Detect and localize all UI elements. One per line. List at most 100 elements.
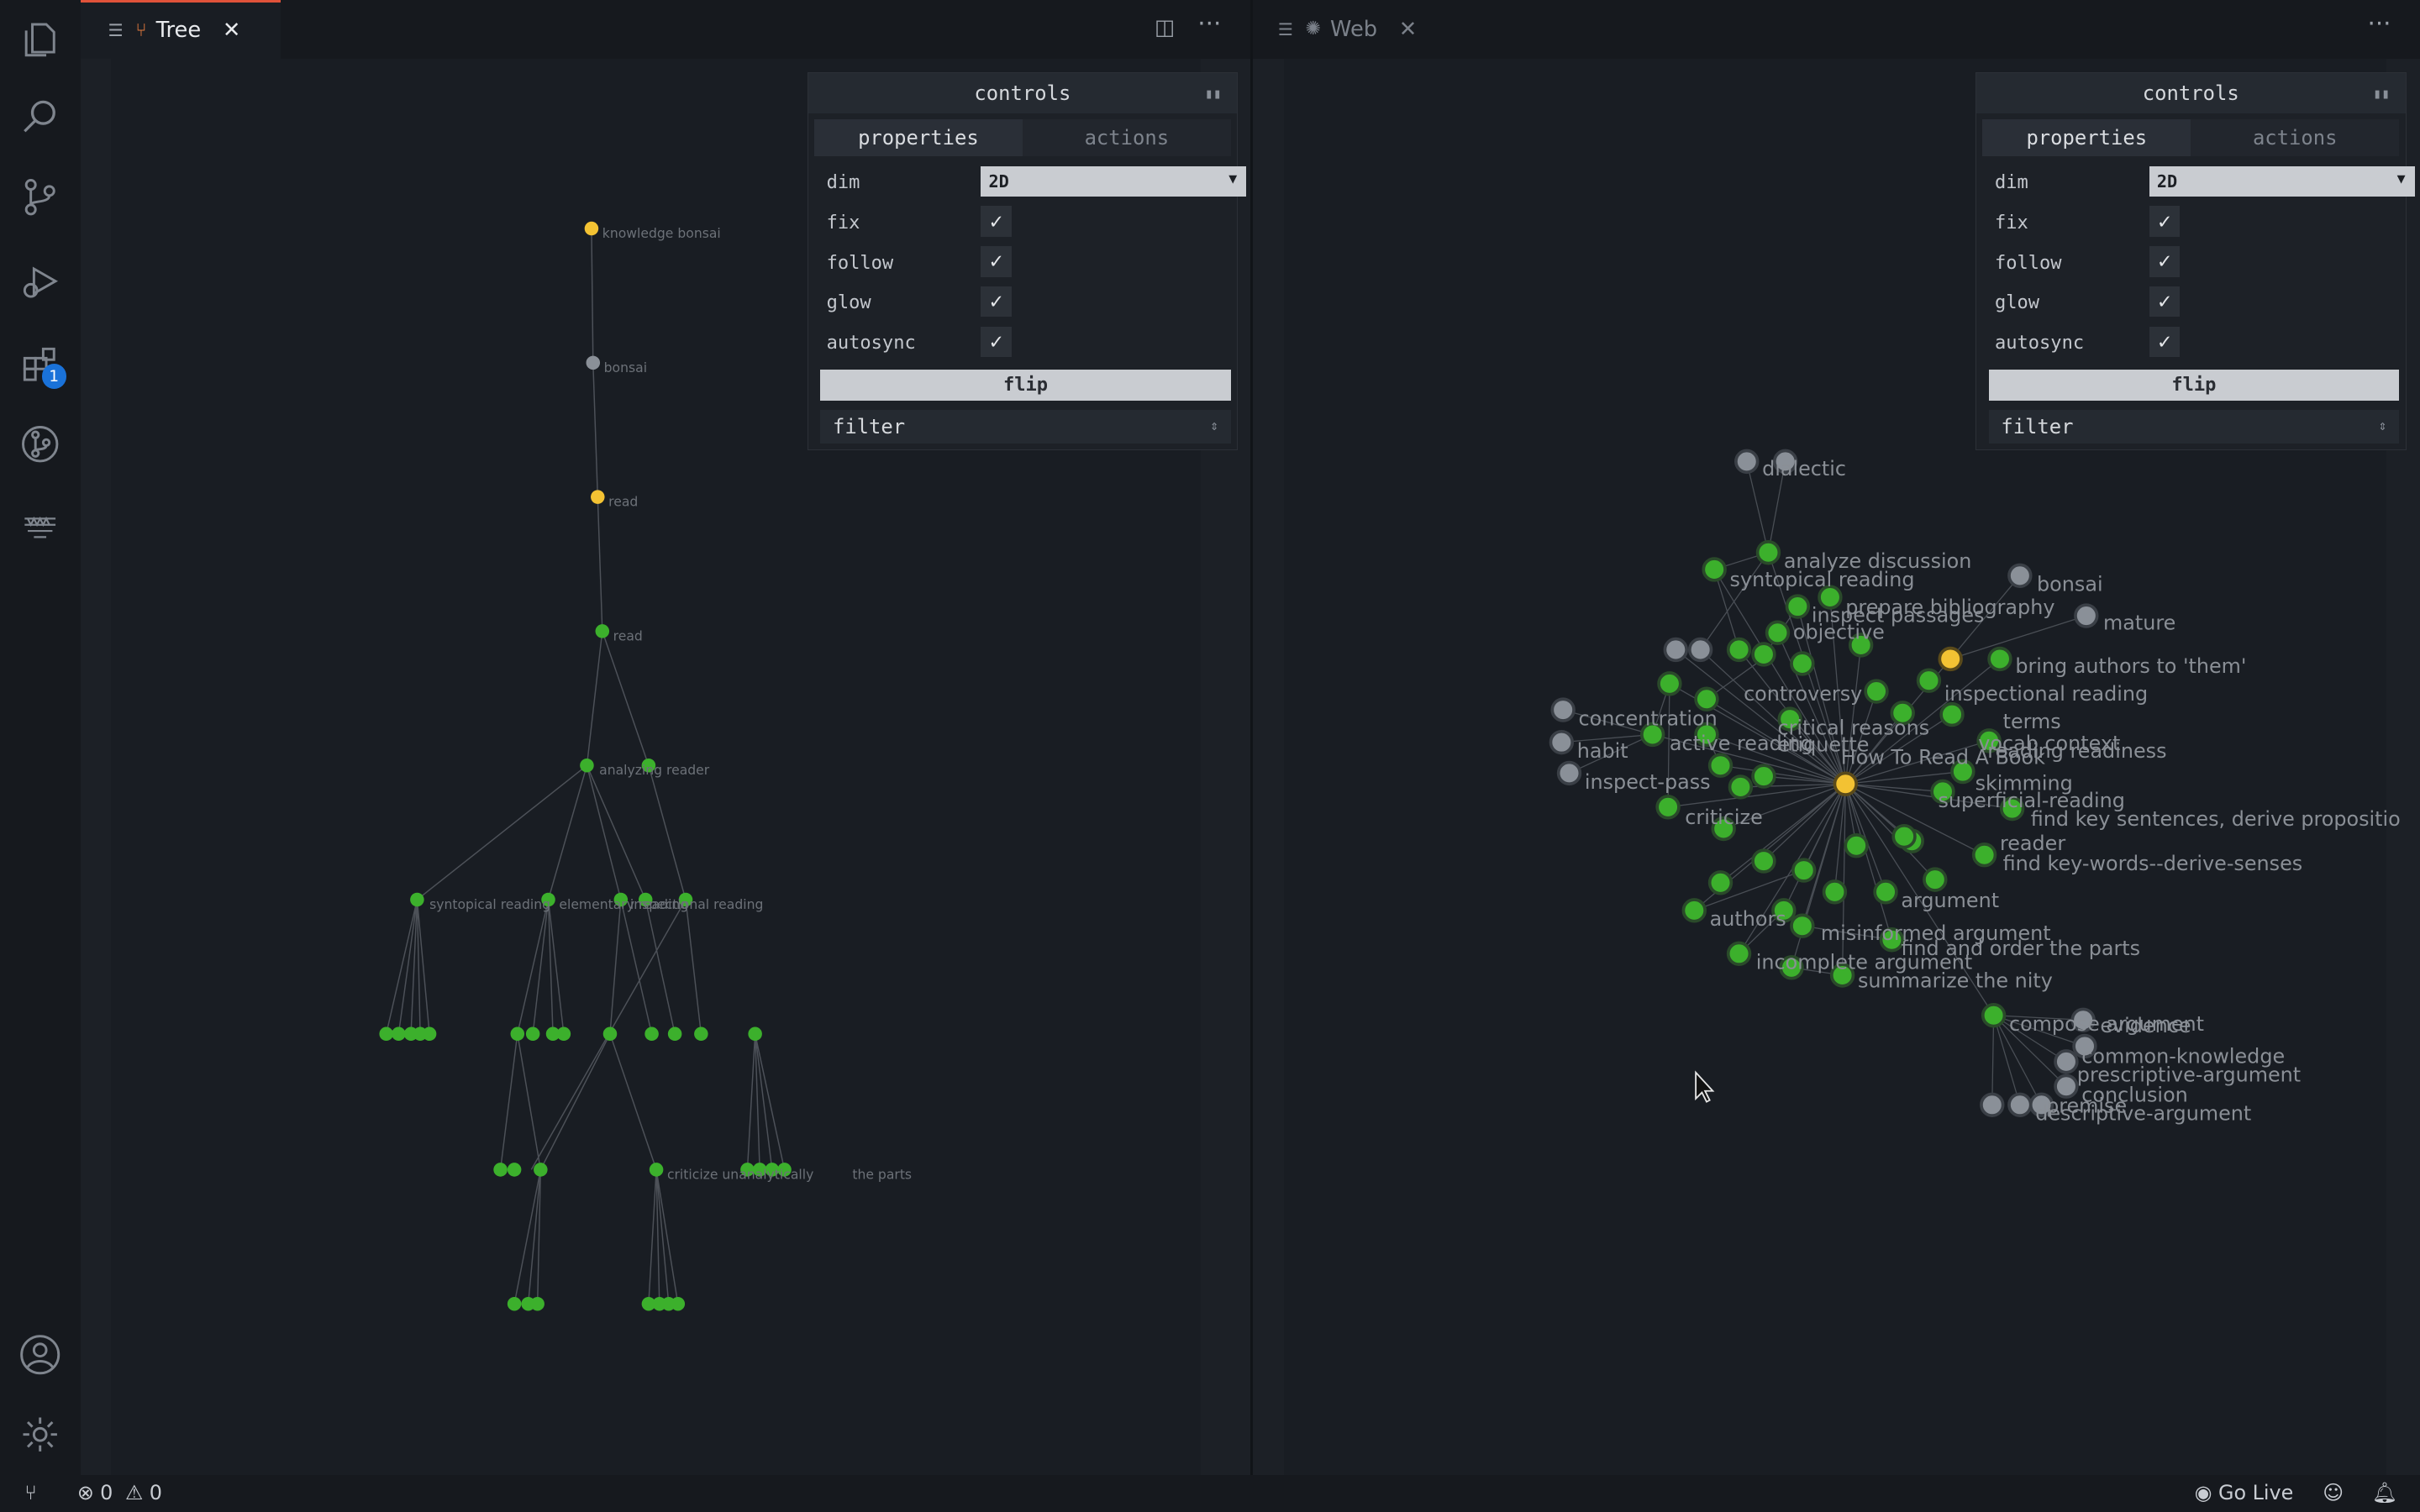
- web-label: bring authors to 'them': [2016, 654, 2247, 678]
- follow-row: follow ✓: [1995, 246, 2399, 280]
- follow-checkbox[interactable]: ✓: [2149, 246, 2181, 277]
- web-label: argument: [1902, 889, 2000, 912]
- tab-actions[interactable]: actions: [2191, 119, 2400, 157]
- collapse-grip-icon[interactable]: ▮▮: [1205, 86, 1222, 102]
- tree-label: knowledge bonsai: [602, 226, 720, 241]
- tree-label: read: [608, 494, 638, 509]
- expand-icon: ⇕: [2378, 417, 2387, 433]
- tab-web[interactable]: ☰ ✺ Web ✕: [1253, 0, 1475, 59]
- collapse-grip-icon[interactable]: ▮▮: [2373, 86, 2390, 102]
- tree-label: the parts: [852, 1167, 912, 1182]
- web-label: evidence: [2101, 1014, 2191, 1037]
- autosync-row: autosync ✓: [826, 326, 1231, 360]
- controls-tabs: properties actions: [813, 119, 1231, 157]
- remote-icon[interactable]: ⑂: [24, 1481, 36, 1504]
- status-bar: ⑂ ⊗ 0 ⚠ 0 ◉ Go Live ☺ 🔔︎: [0, 1474, 2420, 1512]
- controls-title-text: controls: [974, 81, 1071, 106]
- more-actions-icon[interactable]: ···: [2367, 9, 2391, 38]
- web-label: criticize: [1686, 806, 1763, 829]
- controls-panel: controls ▮▮ properties actions dim 2D ▼ fi…: [1975, 72, 2415, 451]
- explorer-icon[interactable]: [15, 13, 65, 62]
- web-label: find key-words--derive-senses: [2003, 852, 2303, 875]
- go-live-button[interactable]: ◉ Go Live: [2195, 1481, 2294, 1504]
- more-actions-icon[interactable]: ···: [1197, 9, 1221, 38]
- web-label: objective: [1793, 620, 1885, 643]
- dim-select[interactable]: 2D ▼: [2149, 165, 2415, 197]
- follow-label: follow: [826, 252, 894, 274]
- extensions-badge: 1: [41, 364, 66, 389]
- glow-row: glow ✓: [827, 286, 1231, 320]
- controls-tabs: properties actions: [1982, 119, 2400, 157]
- git-graph-icon[interactable]: [15, 420, 65, 470]
- error-icon: ⊗: [76, 1481, 94, 1505]
- warning-icon: ⚠: [125, 1481, 144, 1505]
- flip-button[interactable]: flip: [820, 369, 1231, 401]
- follow-checkbox[interactable]: ✓: [981, 246, 1012, 277]
- settings-gear-icon[interactable]: [15, 1410, 65, 1460]
- tab-properties[interactable]: properties: [1982, 119, 2191, 157]
- account-icon[interactable]: [15, 1330, 65, 1379]
- fix-checkbox[interactable]: ✓: [981, 206, 1012, 237]
- fix-row: fix ✓: [827, 206, 1231, 239]
- flip-button[interactable]: flip: [1988, 369, 2400, 401]
- tree-pane: ☰ ⑂ Tree ✕ ◫ ··· knowledge bonsai bonsai…: [80, 0, 1250, 1475]
- dim-value: 2D: [2156, 171, 2178, 192]
- tree-label: syntopical reading: [429, 897, 550, 912]
- tab-web-label: Web: [1330, 16, 1378, 42]
- autosync-checkbox[interactable]: ✓: [2149, 326, 2181, 358]
- glow-checkbox[interactable]: ✓: [981, 286, 1012, 318]
- mouse-cursor-icon: [1695, 1070, 1715, 1103]
- close-icon[interactable]: ✕: [223, 18, 241, 43]
- dim-label: dim: [1994, 172, 2028, 194]
- autosync-row: autosync ✓: [1994, 326, 2399, 360]
- controls-title[interactable]: controls ▮▮: [1975, 73, 2406, 114]
- source-control-icon[interactable]: [15, 173, 65, 223]
- filter-folder[interactable]: filter ⇕: [1988, 409, 2400, 444]
- close-icon[interactable]: ✕: [1399, 17, 1418, 42]
- chevron-down-icon: ▼: [2396, 171, 2406, 186]
- tree-tab-bar: ☰ ⑂ Tree ✕ ◫ ···: [80, 0, 1250, 59]
- web-tab-bar: ☰ ✺ Web ✕ ···: [1253, 0, 2420, 59]
- glow-row: glow ✓: [1995, 286, 2399, 320]
- web-label: bonsai: [2037, 572, 2103, 596]
- autosync-label: autosync: [826, 333, 916, 354]
- tab-tree[interactable]: ☰ ⑂ Tree ✕: [80, 0, 281, 59]
- tab-properties[interactable]: properties: [813, 119, 1023, 157]
- autosync-label: autosync: [1994, 333, 2085, 354]
- chevron-down-icon: ▼: [1228, 171, 1238, 186]
- follow-label: follow: [1994, 252, 2062, 274]
- filter-label: filter: [832, 414, 906, 438]
- tree-nodes: [378, 221, 792, 1311]
- autosync-checkbox[interactable]: ✓: [981, 326, 1012, 358]
- search-icon[interactable]: [15, 92, 65, 142]
- activity-bar: 1: [0, 0, 81, 1475]
- dim-value: 2D: [988, 171, 1009, 192]
- dim-select[interactable]: 2D ▼: [981, 165, 1247, 197]
- go-live-label: Go Live: [2217, 1481, 2294, 1505]
- tree-label: read: [613, 628, 642, 643]
- split-editor-icon[interactable]: ◫: [1155, 15, 1175, 40]
- glow-label: glow: [826, 292, 871, 314]
- controls-title[interactable]: controls ▮▮: [808, 73, 1238, 114]
- glow-checkbox[interactable]: ✓: [2149, 286, 2181, 318]
- web-label: controversy: [1744, 682, 1862, 706]
- outline-icon: ☰: [108, 20, 124, 41]
- feedback-icon[interactable]: ☺: [2323, 1481, 2344, 1504]
- problems-indicator[interactable]: ⊗ 0 ⚠ 0: [77, 1481, 162, 1504]
- filter-label: filter: [2001, 414, 2074, 438]
- dim-row: dim 2D ▼: [827, 165, 1247, 200]
- fix-checkbox[interactable]: ✓: [2149, 206, 2181, 237]
- run-debug-icon[interactable]: [15, 256, 65, 306]
- fix-label: fix: [826, 212, 860, 234]
- web-label: inspectional reading: [1944, 682, 2148, 706]
- notifications-bell-icon[interactable]: 🔔︎: [2372, 1481, 2397, 1504]
- tree-label: criticize unanalytically: [666, 1167, 813, 1182]
- web-logo-icon: ✺: [1305, 18, 1322, 40]
- tab-actions[interactable]: actions: [1022, 119, 1231, 157]
- graph-view-icon[interactable]: [15, 500, 65, 549]
- controls-panel: controls ▮▮ properties actions dim 2D ▼ fi…: [807, 72, 1247, 451]
- error-count: 0: [100, 1481, 113, 1505]
- tree-label: bonsai: [603, 360, 646, 375]
- filter-folder[interactable]: filter ⇕: [820, 409, 1231, 444]
- web-pane: ☰ ✺ Web ✕ ··· dialectic analyze discussi…: [1253, 0, 2420, 1475]
